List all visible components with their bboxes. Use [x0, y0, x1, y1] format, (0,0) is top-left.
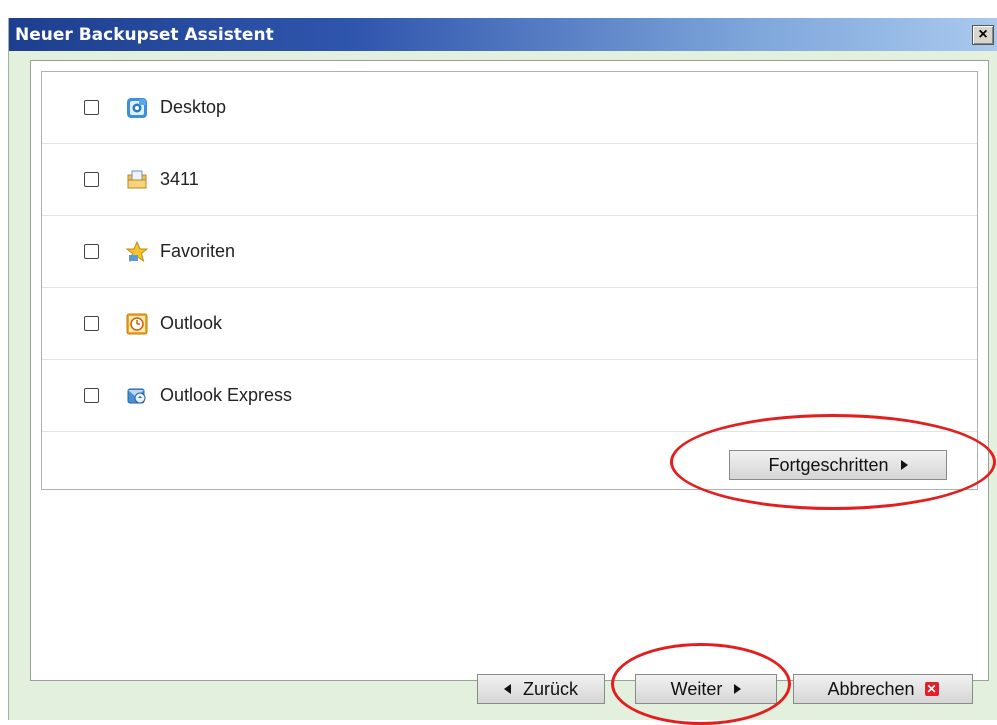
close-icon: ×	[978, 26, 988, 43]
cancel-button-label: Abbrechen	[827, 678, 915, 699]
arrow-left-icon	[503, 684, 511, 694]
list-item-desktop[interactable]: Desktop	[42, 72, 977, 144]
list-item-favoriten[interactable]: Favoriten	[42, 216, 977, 288]
list-item-3411[interactable]: 3411	[42, 144, 977, 216]
window-title: Neuer Backupset Assistent	[15, 25, 274, 45]
next-button-label: Weiter	[670, 678, 723, 699]
advanced-button[interactable]: Fortgeschritten	[729, 450, 947, 480]
item-label: Outlook	[160, 313, 223, 333]
back-button[interactable]: Zurück	[477, 674, 605, 704]
user-folder-icon	[127, 170, 147, 188]
favoriten-checkbox[interactable]	[84, 244, 99, 259]
content-panel: Desktop 3411 Favoriten Outlook Outlook E…	[30, 60, 989, 681]
backup-source-list: Desktop 3411 Favoriten Outlook Outlook E…	[41, 71, 978, 490]
desktop-checkbox[interactable]	[84, 100, 99, 115]
desktop-icon	[127, 97, 147, 118]
outlook-express-icon	[127, 388, 146, 403]
list-item-outlook-express[interactable]: Outlook Express	[42, 360, 977, 432]
outlook-icon	[126, 313, 148, 334]
advanced-button-label: Fortgeschritten	[768, 454, 889, 475]
item-label: 3411	[160, 169, 199, 189]
cancel-x-icon: ✕	[924, 682, 939, 696]
title-bar: Neuer Backupset Assistent ×	[9, 18, 997, 51]
favorites-star-icon	[126, 240, 148, 262]
item-label: Outlook Express	[160, 385, 293, 405]
3411-checkbox[interactable]	[84, 172, 99, 187]
next-button[interactable]: Weiter	[635, 674, 777, 704]
item-label: Desktop	[160, 97, 227, 117]
cancel-button[interactable]: Abbrechen ✕	[793, 674, 973, 704]
outlook-checkbox[interactable]	[84, 316, 99, 331]
back-button-label: Zurück	[522, 678, 578, 699]
arrow-right-icon	[734, 684, 742, 694]
outlook-express-checkbox[interactable]	[84, 388, 99, 403]
item-label: Favoriten	[160, 241, 236, 261]
wizard-window: Neuer Backupset Assistent × Desktop 3411…	[8, 18, 997, 720]
close-button[interactable]: ×	[972, 25, 994, 45]
list-item-outlook[interactable]: Outlook	[42, 288, 977, 360]
arrow-right-icon	[900, 460, 908, 470]
